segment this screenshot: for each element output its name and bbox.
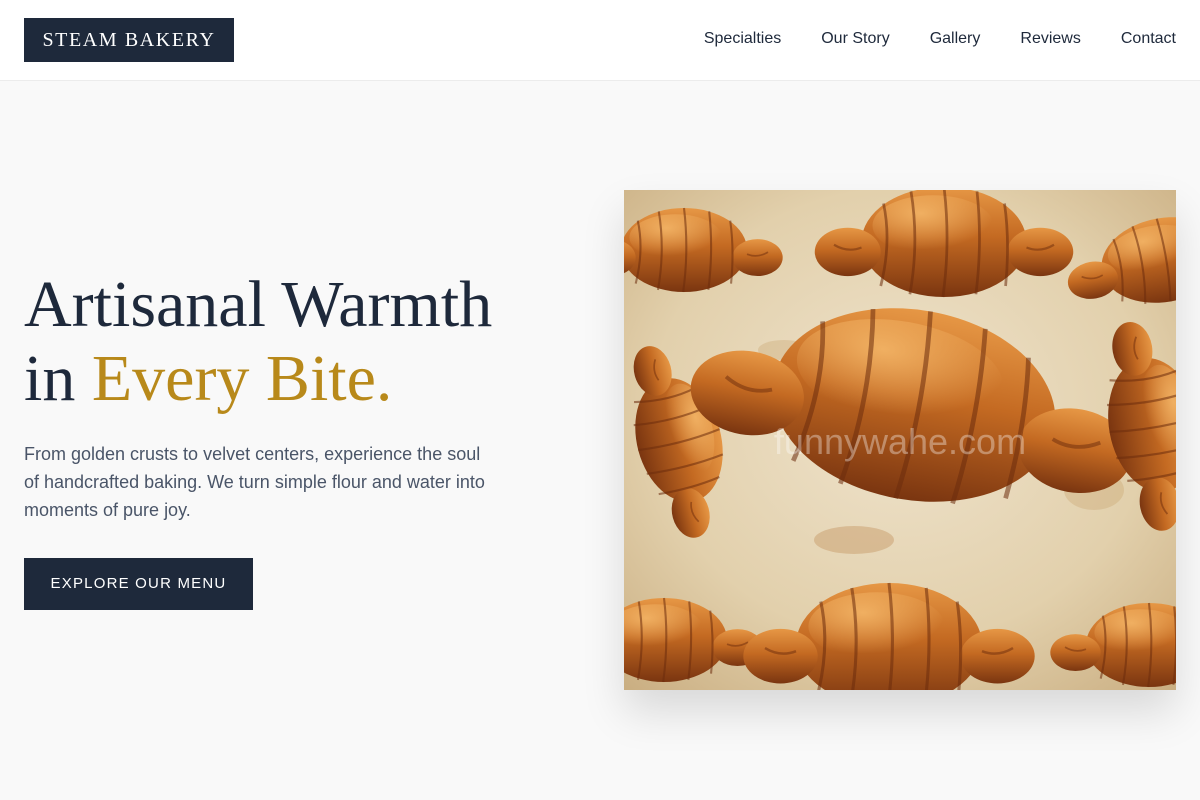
main-nav: Specialties Our Story Gallery Reviews Co… <box>704 27 1176 51</box>
hero-headline: Artisanal Warmth in Every Bite. <box>24 268 584 416</box>
nav-item-gallery[interactable]: Gallery <box>930 30 981 48</box>
hero-intro: From golden crusts to velvet centers, ex… <box>24 444 485 520</box>
explore-menu-button[interactable]: EXPLORE OUR MENU <box>24 558 253 610</box>
site-header: STEAM BAKERY Specialties Our Story Galle… <box>0 0 1200 81</box>
logo[interactable]: STEAM BAKERY <box>24 18 234 62</box>
hero-section: Artisanal Warmth in Every Bite. From gol… <box>24 268 584 610</box>
hero-croissant-image: funnywahe.com <box>624 190 1176 690</box>
nav-item-our-story[interactable]: Our Story <box>821 30 889 48</box>
image-watermark: funnywahe.com <box>774 421 1026 462</box>
headline-accent: Every Bite. <box>91 342 393 415</box>
croissant-illustration: funnywahe.com <box>624 190 1176 690</box>
nav-item-reviews[interactable]: Reviews <box>1020 30 1080 48</box>
headline-line-1: Artisanal Warmth <box>24 268 493 341</box>
nav-item-specialties[interactable]: Specialties <box>704 30 781 48</box>
nav-item-contact[interactable]: Contact <box>1121 30 1176 48</box>
headline-in: in <box>24 342 92 415</box>
